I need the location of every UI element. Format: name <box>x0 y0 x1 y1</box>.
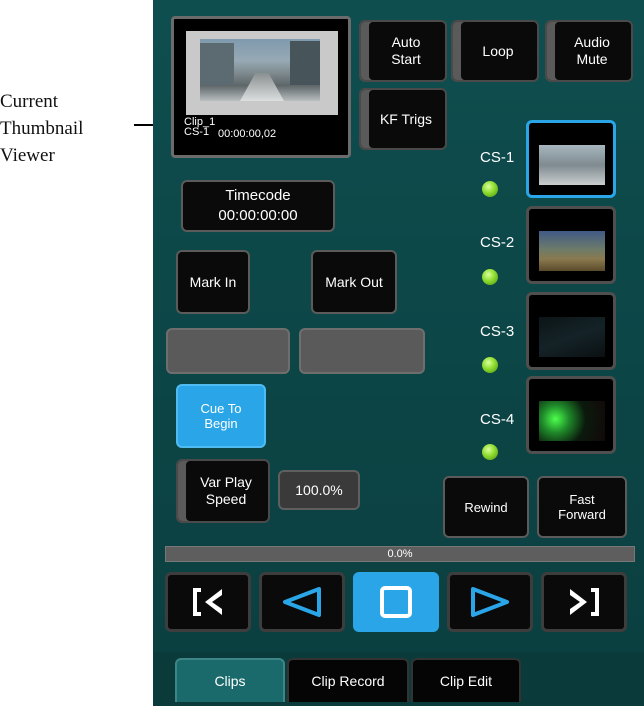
thumbnail-frame <box>186 31 338 115</box>
timecode-label: Timecode <box>225 187 291 204</box>
tab-clip-record[interactable]: Clip Record <box>287 658 409 702</box>
channel-led-cs1 <box>482 181 498 197</box>
fast-forward-label-2: Forward <box>558 507 606 522</box>
timecode-display[interactable]: Timecode 00:00:00:00 <box>181 180 335 232</box>
callout-line-1: Current <box>0 91 59 112</box>
thumbnail-clip-info: Clip_1 CS-1 <box>184 117 215 138</box>
blank-button-1[interactable] <box>166 328 290 374</box>
cue-to-begin-button[interactable]: Cue To Begin <box>176 384 266 448</box>
clips-panel: Clip_1 CS-1 00:00:00,02 Auto Start Loop A… <box>153 0 644 706</box>
timecode-value: 00:00:00:00 <box>218 207 298 224</box>
channel-thumbnail-image-cs2 <box>539 231 605 271</box>
channel-thumbnail-cs2[interactable] <box>526 206 616 284</box>
mark-in-button[interactable]: Mark In <box>176 250 250 314</box>
channel-label-cs4: CS-4 <box>480 411 515 428</box>
auto-start-label-2: Start <box>391 51 421 67</box>
channel-label-cs3: CS-3 <box>480 323 515 340</box>
loop-button[interactable]: Loop <box>451 20 539 82</box>
var-play-speed-button[interactable]: Var Play Speed <box>176 459 270 523</box>
cue-to-begin-label-2: Begin <box>204 416 238 431</box>
play-icon <box>471 587 509 617</box>
kf-trigs-label: KF Trigs <box>379 110 433 127</box>
tab-clip-edit[interactable]: Clip Edit <box>411 658 521 702</box>
skip-to-start-icon <box>193 588 222 616</box>
var-play-speed-label-1: Var Play <box>200 474 252 490</box>
auto-start-button[interactable]: Auto Start <box>359 20 447 82</box>
tab-clips[interactable]: Clips <box>175 658 285 702</box>
skip-to-start-button[interactable] <box>165 572 251 632</box>
channel-thumbnail-image-cs3 <box>539 317 605 357</box>
channel-led-cs4 <box>482 444 498 460</box>
current-thumbnail-viewer[interactable]: Clip_1 CS-1 00:00:00,02 <box>171 16 351 158</box>
audio-mute-button[interactable]: Audio Mute <box>545 20 633 82</box>
play-button[interactable] <box>447 572 533 632</box>
rewind-label: Rewind <box>464 499 508 515</box>
callout-line-2: Thumbnail <box>0 118 84 139</box>
channel-thumbnail-image-cs1 <box>539 145 605 185</box>
audio-mute-label-1: Audio <box>574 34 610 50</box>
kf-trigs-button[interactable]: KF Trigs <box>359 88 447 150</box>
fast-forward-button[interactable]: Fast Forward <box>537 476 627 538</box>
fast-forward-label-1: Fast <box>569 492 595 507</box>
channel-label-cs1: CS-1 <box>480 149 515 166</box>
callout-line-3: Viewer <box>0 145 55 166</box>
progress-label: 0.0% <box>387 548 413 560</box>
channel-label-cs2: CS-2 <box>480 234 515 251</box>
thumbnail-viewer-callout: Current Thumbnail Viewer <box>0 88 140 169</box>
thumbnail-cs-name: CS-1 <box>184 126 210 138</box>
cue-to-begin-label-1: Cue To <box>200 401 242 416</box>
mark-out-button[interactable]: Mark Out <box>311 250 397 314</box>
audio-mute-label-2: Mute <box>576 51 608 67</box>
channel-led-cs3 <box>482 357 498 373</box>
thumbnail-timecode: 00:00:00,02 <box>218 128 277 140</box>
reverse-play-icon <box>283 587 321 617</box>
rewind-button[interactable]: Rewind <box>443 476 529 538</box>
skip-to-end-icon <box>570 588 599 616</box>
auto-start-label-1: Auto <box>391 34 421 50</box>
mark-in-label: Mark In <box>189 273 237 290</box>
loop-label: Loop <box>482 42 514 59</box>
thumbnail-image <box>200 39 320 101</box>
channel-thumbnail-image-cs4 <box>539 401 605 441</box>
mark-out-label: Mark Out <box>325 273 383 290</box>
playback-progress-bar[interactable]: 0.0% <box>165 546 635 562</box>
reverse-play-button[interactable] <box>259 572 345 632</box>
channel-thumbnail-cs3[interactable] <box>526 292 616 370</box>
skip-to-end-button[interactable] <box>541 572 627 632</box>
stop-icon <box>380 586 412 618</box>
var-play-speed-value[interactable]: 100.0% <box>278 470 360 510</box>
stop-button[interactable] <box>353 572 439 632</box>
channel-led-cs2 <box>482 269 498 285</box>
blank-button-2[interactable] <box>299 328 425 374</box>
var-play-speed-label-2: Speed <box>205 491 247 507</box>
channel-thumbnail-cs4[interactable] <box>526 376 616 454</box>
channel-thumbnail-cs1[interactable] <box>526 120 616 198</box>
